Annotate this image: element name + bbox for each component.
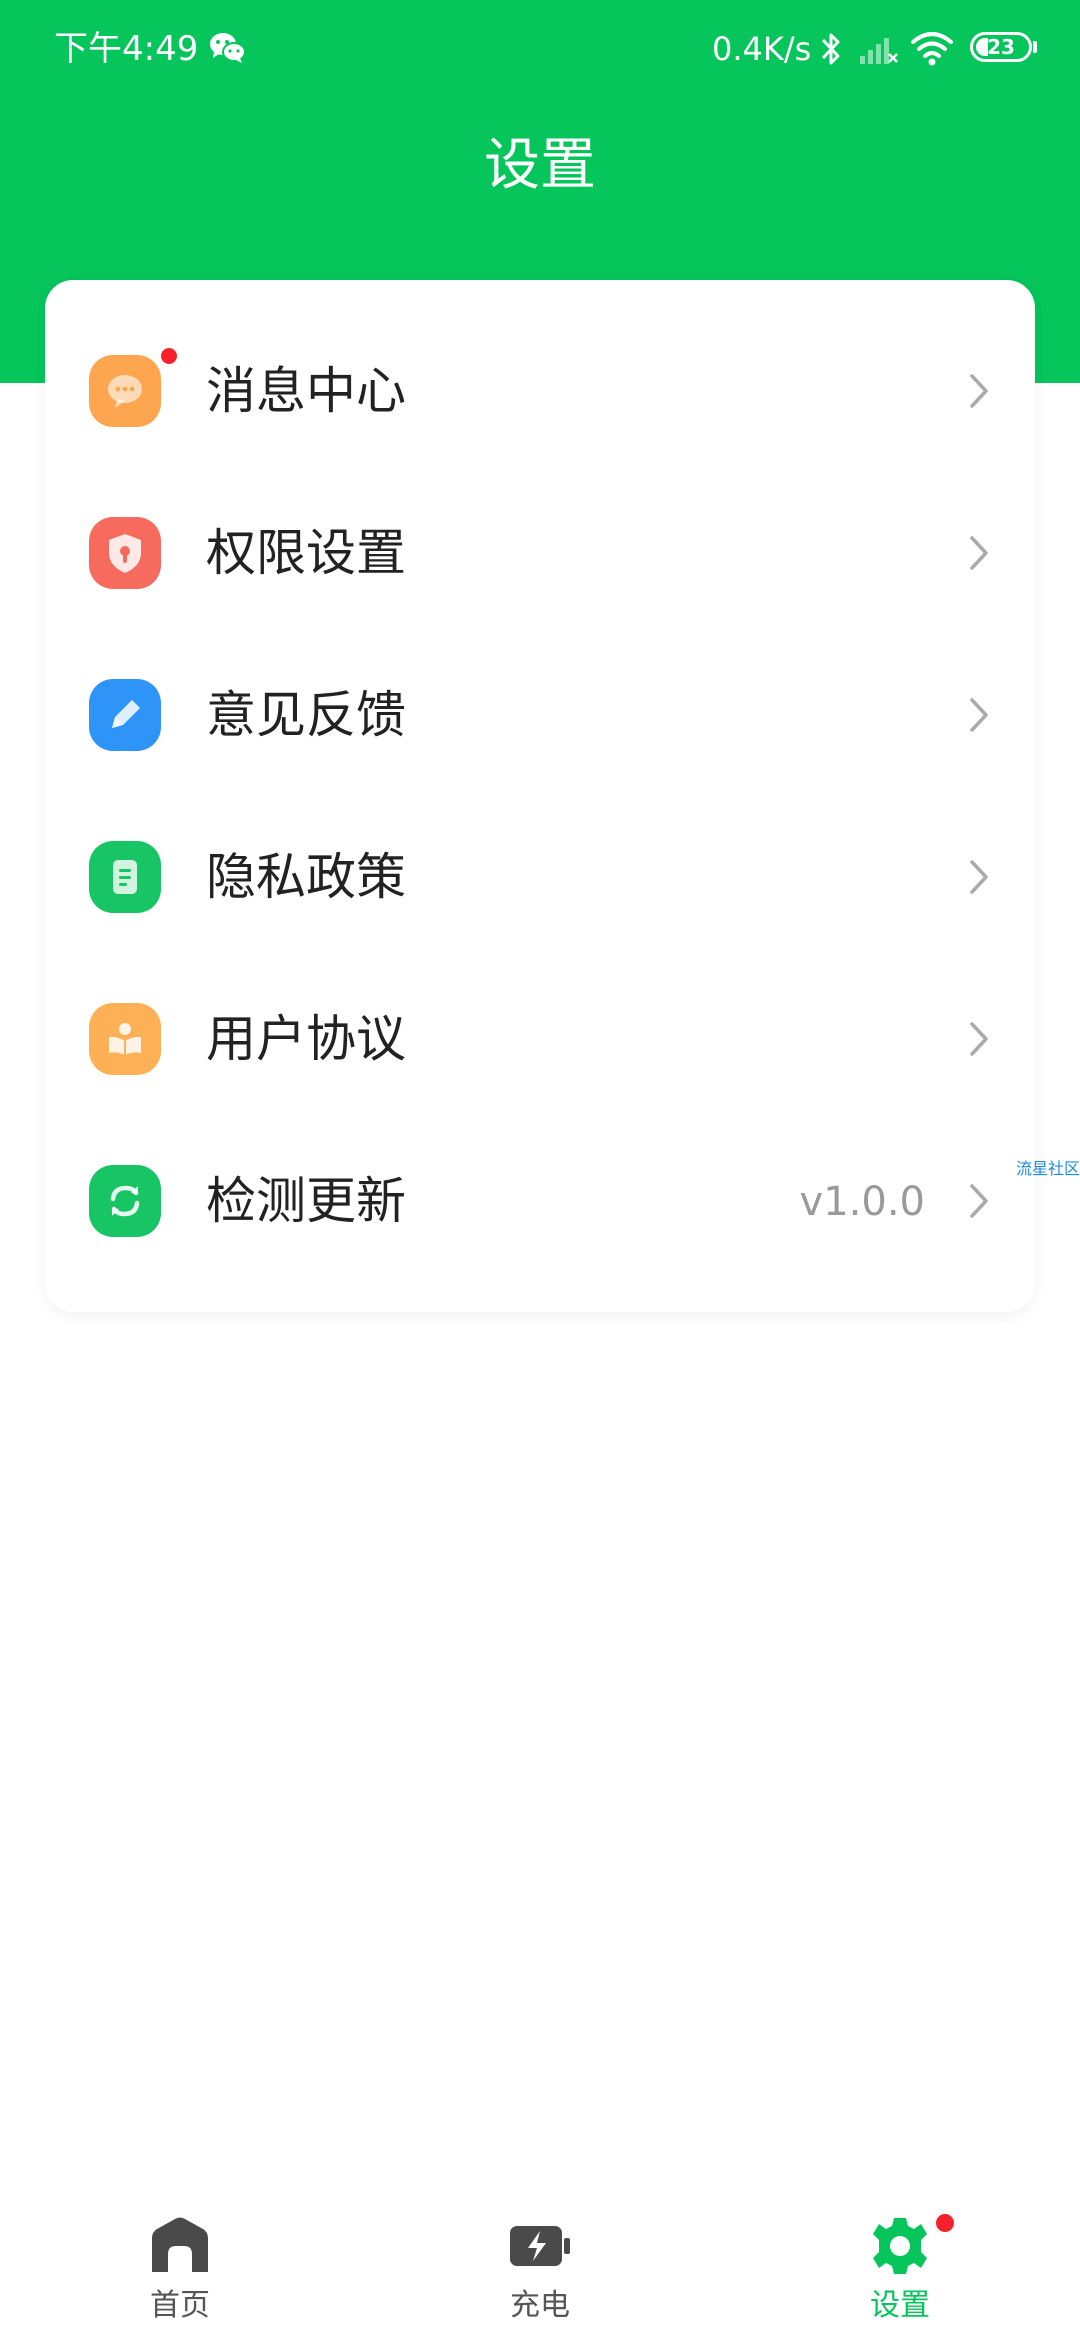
tab-label: 设置 xyxy=(870,2288,930,2323)
pencil-icon xyxy=(89,679,161,751)
reader-icon xyxy=(89,1003,161,1075)
chevron-right-icon xyxy=(970,860,988,894)
settings-item-label: 消息中心 xyxy=(206,362,406,420)
tab-settings[interactable]: 设置 xyxy=(720,2190,1080,2340)
settings-item-user-agreement[interactable]: 用户协议 xyxy=(45,958,1035,1120)
gear-icon xyxy=(873,2218,927,2274)
message-icon xyxy=(89,355,161,427)
settings-item-label: 用户协议 xyxy=(206,1010,406,1068)
signal-icon xyxy=(860,38,898,64)
wifi-icon xyxy=(911,32,953,66)
bluetooth-icon xyxy=(821,33,840,65)
shield-icon xyxy=(89,517,161,589)
home-icon xyxy=(152,2217,208,2272)
app-version: v1.0.0 xyxy=(799,1179,925,1225)
page-title: 设置 xyxy=(484,133,596,198)
notification-badge xyxy=(936,2214,954,2232)
wechat-icon xyxy=(210,33,246,63)
settings-item-message-center[interactable]: 消息中心 xyxy=(45,310,1035,472)
chevron-right-icon xyxy=(970,374,988,408)
bottom-tab-bar: 首页 充电 设置 xyxy=(0,2190,1080,2340)
notification-badge xyxy=(161,348,177,364)
settings-item-permissions[interactable]: 权限设置 xyxy=(45,472,1035,634)
refresh-icon xyxy=(89,1165,161,1237)
settings-item-label: 隐私政策 xyxy=(206,848,406,906)
settings-card: 消息中心 权限设置 意见反馈 隐私政策 用户协议 检测更新 v1.0.0 xyxy=(45,280,1035,1312)
tab-label: 首页 xyxy=(150,2288,210,2323)
settings-item-label: 意见反馈 xyxy=(206,686,406,744)
settings-item-feedback[interactable]: 意见反馈 xyxy=(45,634,1035,796)
tab-home[interactable]: 首页 xyxy=(0,2190,360,2340)
battery-cap xyxy=(1033,41,1037,53)
tab-label: 充电 xyxy=(510,2288,570,2323)
status-bar: 下午4:49 0.4K/s 23 xyxy=(0,0,1080,96)
chevron-right-icon xyxy=(970,1184,988,1218)
settings-item-label: 权限设置 xyxy=(206,524,406,582)
tab-charge[interactable]: 充电 xyxy=(360,2190,720,2340)
document-icon xyxy=(89,841,161,913)
battery-icon: 23 xyxy=(970,32,1032,62)
status-time: 下午4:49 xyxy=(54,29,199,69)
chevron-right-icon xyxy=(970,1022,988,1056)
battery-charge-icon xyxy=(510,2226,570,2266)
settings-item-check-update[interactable]: 检测更新 v1.0.0 xyxy=(45,1120,1035,1282)
battery-level: 23 xyxy=(987,35,1015,59)
chevron-right-icon xyxy=(970,698,988,732)
settings-item-label: 检测更新 xyxy=(206,1172,406,1230)
watermark: 流星社区 xyxy=(1016,1159,1080,1178)
chevron-right-icon xyxy=(970,536,988,570)
network-speed: 0.4K/s xyxy=(712,30,812,68)
settings-item-privacy-policy[interactable]: 隐私政策 xyxy=(45,796,1035,958)
